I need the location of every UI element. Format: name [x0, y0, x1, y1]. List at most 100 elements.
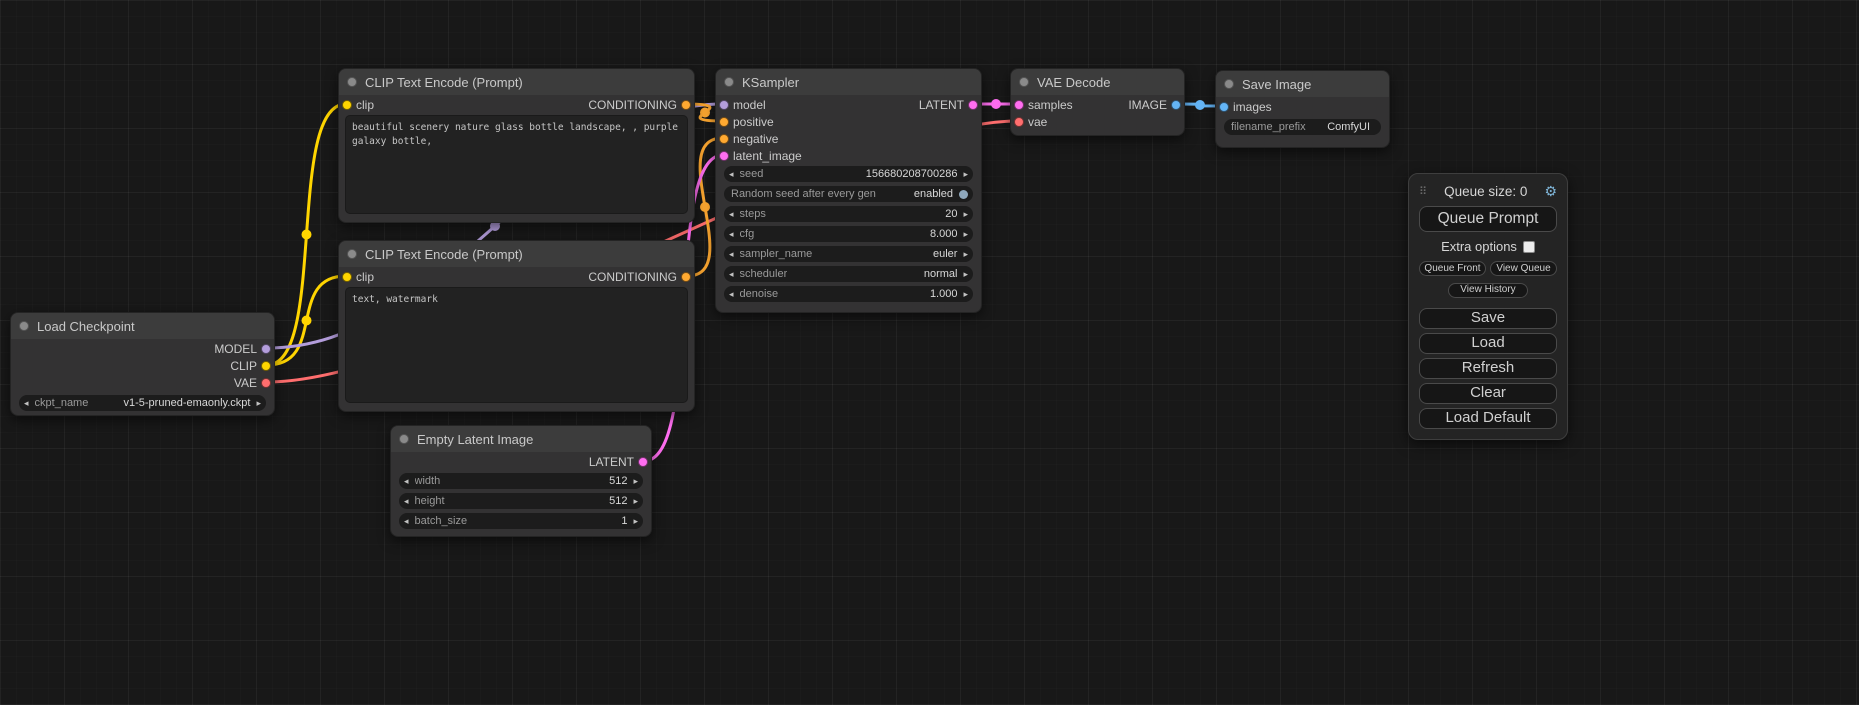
decrement-icon[interactable]: ◂: [729, 249, 734, 260]
widget-value: 1.000: [930, 288, 958, 300]
node-title-bar[interactable]: Empty Latent Image: [391, 426, 651, 452]
ckpt-name-widget[interactable]: ◂ ckpt_name v1-5-pruned-emaonly.ckpt ▸: [19, 395, 266, 411]
toggle-indicator-icon[interactable]: [959, 190, 968, 199]
output-slot-image: IMAGE: [1011, 97, 1184, 114]
width-widget[interactable]: ◂ width 512 ▸: [399, 473, 643, 489]
denoise-widget[interactable]: ◂ denoise 1.000 ▸: [724, 286, 973, 302]
slot-label: positive: [733, 115, 774, 129]
latent-image-input-dot[interactable]: [719, 151, 729, 161]
sampler-name-widget[interactable]: ◂ sampler_name euler ▸: [724, 246, 973, 262]
positive-input-dot[interactable]: [719, 117, 729, 127]
node-title-bar[interactable]: Save Image: [1216, 71, 1389, 97]
height-widget[interactable]: ◂ height 512 ▸: [399, 493, 643, 509]
input-slot-positive: positive: [716, 114, 981, 131]
node-ksampler[interactable]: KSampler model LATENT positive negative …: [715, 68, 982, 313]
widget-label: cfg: [740, 228, 755, 240]
collapse-dot-icon[interactable]: [347, 249, 357, 259]
link-midpoint-dot: [302, 316, 312, 326]
increment-icon[interactable]: ▸: [963, 169, 968, 180]
images-input-dot[interactable]: [1219, 102, 1229, 112]
latent-output-dot[interactable]: [638, 457, 648, 467]
increment-icon[interactable]: ▸: [256, 398, 261, 409]
node-title: Save Image: [1242, 77, 1311, 92]
queue-front-button[interactable]: Queue Front: [1419, 261, 1486, 276]
seed-widget[interactable]: ◂ seed 156680208700286 ▸: [724, 166, 973, 182]
node-title-bar[interactable]: Load Checkpoint: [11, 313, 274, 339]
refresh-button[interactable]: Refresh: [1419, 358, 1557, 379]
conditioning-output-dot[interactable]: [681, 272, 691, 282]
negative-input-dot[interactable]: [719, 134, 729, 144]
node-save-image[interactable]: Save Image images filename_prefix ComfyU…: [1215, 70, 1390, 148]
conditioning-output-dot[interactable]: [681, 100, 691, 110]
collapse-dot-icon[interactable]: [1019, 77, 1029, 87]
increment-icon[interactable]: ▸: [963, 209, 968, 220]
decrement-icon[interactable]: ◂: [729, 289, 734, 300]
increment-icon[interactable]: ▸: [633, 516, 638, 527]
graph-canvas[interactable]: Load Checkpoint MODEL CLIP VAE ◂ ckpt_na…: [0, 0, 1859, 705]
steps-widget[interactable]: ◂ steps 20 ▸: [724, 206, 973, 222]
decrement-icon[interactable]: ◂: [729, 229, 734, 240]
increment-icon[interactable]: ▸: [633, 476, 638, 487]
output-slot-conditioning: CONDITIONING: [339, 269, 694, 286]
extra-options-checkbox[interactable]: [1523, 241, 1535, 253]
vae-output-dot[interactable]: [261, 378, 271, 388]
menu-header: ⠿ Queue size: 0 ⚙: [1419, 182, 1557, 200]
model-output-dot[interactable]: [261, 344, 271, 354]
collapse-dot-icon[interactable]: [347, 77, 357, 87]
clear-button[interactable]: Clear: [1419, 383, 1557, 404]
node-title-bar[interactable]: CLIP Text Encode (Prompt): [339, 69, 694, 95]
slot-label: LATENT: [589, 455, 634, 469]
vae-input-dot[interactable]: [1014, 117, 1024, 127]
latent-output-dot[interactable]: [968, 100, 978, 110]
clip-output-dot[interactable]: [261, 361, 271, 371]
filename-prefix-widget[interactable]: filename_prefix ComfyUI: [1224, 119, 1381, 135]
decrement-icon[interactable]: ◂: [729, 169, 734, 180]
decrement-icon[interactable]: ◂: [729, 209, 734, 220]
drag-handle-icon[interactable]: ⠿: [1419, 185, 1427, 198]
node-title-bar[interactable]: VAE Decode: [1011, 69, 1184, 95]
comfy-menu-panel[interactable]: ⠿ Queue size: 0 ⚙ Queue Prompt Extra opt…: [1408, 173, 1568, 440]
widget-label: denoise: [740, 288, 779, 300]
decrement-icon[interactable]: ◂: [404, 496, 409, 507]
collapse-dot-icon[interactable]: [1224, 79, 1234, 89]
decrement-icon[interactable]: ◂: [729, 269, 734, 280]
link-midpoint-dot: [302, 230, 312, 240]
negative-prompt-textarea[interactable]: text, watermark: [345, 287, 688, 403]
node-title: VAE Decode: [1037, 75, 1110, 90]
cfg-widget[interactable]: ◂ cfg 8.000 ▸: [724, 226, 973, 242]
load-default-button[interactable]: Load Default: [1419, 408, 1557, 429]
load-button[interactable]: Load: [1419, 333, 1557, 354]
increment-icon[interactable]: ▸: [963, 229, 968, 240]
node-title-bar[interactable]: CLIP Text Encode (Prompt): [339, 241, 694, 267]
widget-value: 20: [945, 208, 957, 220]
view-queue-button[interactable]: View Queue: [1490, 261, 1557, 276]
increment-icon[interactable]: ▸: [963, 269, 968, 280]
decrement-icon[interactable]: ◂: [404, 516, 409, 527]
save-button[interactable]: Save: [1419, 308, 1557, 329]
node-vae-decode[interactable]: VAE Decode samples IMAGE vae: [1010, 68, 1185, 136]
increment-icon[interactable]: ▸: [963, 249, 968, 260]
scheduler-widget[interactable]: ◂ scheduler normal ▸: [724, 266, 973, 282]
collapse-dot-icon[interactable]: [399, 434, 409, 444]
settings-gear-icon[interactable]: ⚙: [1544, 183, 1557, 200]
positive-prompt-textarea[interactable]: beautiful scenery nature glass bottle la…: [345, 115, 688, 214]
image-output-dot[interactable]: [1171, 100, 1181, 110]
widget-label: steps: [740, 208, 766, 220]
decrement-icon[interactable]: ◂: [404, 476, 409, 487]
node-clip-text-encode-positive[interactable]: CLIP Text Encode (Prompt) clip CONDITION…: [338, 68, 695, 223]
increment-icon[interactable]: ▸: [963, 289, 968, 300]
random-seed-toggle-widget[interactable]: Random seed after every gen enabled: [724, 186, 973, 202]
decrement-icon[interactable]: ◂: [24, 398, 29, 409]
node-load-checkpoint[interactable]: Load Checkpoint MODEL CLIP VAE ◂ ckpt_na…: [10, 312, 275, 416]
increment-icon[interactable]: ▸: [633, 496, 638, 507]
widget-value: normal: [924, 268, 958, 280]
queue-prompt-button[interactable]: Queue Prompt: [1419, 206, 1557, 232]
node-title-bar[interactable]: KSampler: [716, 69, 981, 95]
node-clip-text-encode-negative[interactable]: CLIP Text Encode (Prompt) clip CONDITION…: [338, 240, 695, 412]
node-empty-latent-image[interactable]: Empty Latent Image LATENT ◂ width 512 ▸ …: [390, 425, 652, 537]
batch-size-widget[interactable]: ◂ batch_size 1 ▸: [399, 513, 643, 529]
collapse-dot-icon[interactable]: [19, 321, 29, 331]
collapse-dot-icon[interactable]: [724, 77, 734, 87]
view-history-button[interactable]: View History: [1448, 283, 1528, 298]
link-midpoint-dot: [700, 108, 710, 118]
